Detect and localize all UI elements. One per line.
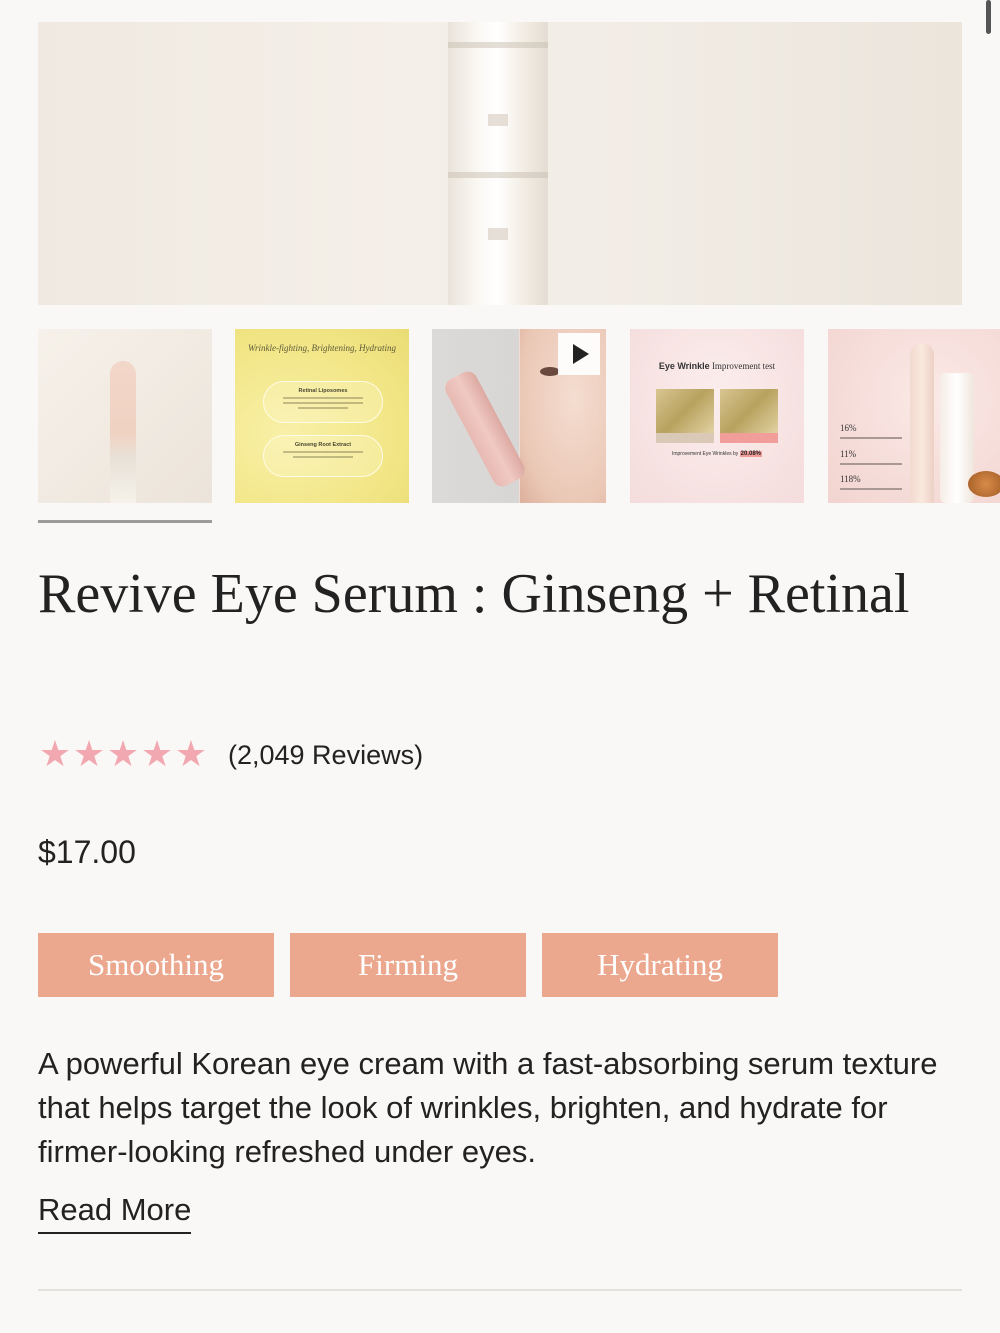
stat-value: 11% [840,449,857,459]
thumbnail-clinical-test[interactable]: Eye Wrinkle Improvement test Improvement… [630,329,804,503]
clinical-heading: Eye Wrinkle Improvement test [658,361,776,371]
tag-firming[interactable]: Firming [290,933,526,997]
stat-value: 118% [840,474,861,484]
product-description: A powerful Korean eye cream with a fast-… [38,1046,938,1169]
price: $17.00 [38,834,136,870]
product-tube-closeup [448,22,548,305]
stat-value: 16% [840,423,857,433]
divider [38,1289,962,1291]
thumbnail-product-bottle[interactable] [38,329,212,503]
product-title: Revive Eye Serum : Ginseng + Retinal [38,563,910,625]
before-photo [656,389,714,433]
star-icon: ★ [38,734,72,775]
rating-row[interactable]: ★ ★ ★ ★ ★ (2,049 Reviews) [38,733,423,777]
thumbnail-results[interactable]: 16% 11% 118% [828,329,1000,503]
gallery-position-indicator [38,520,212,523]
ingredient-pill: Retinal Liposomes [263,381,383,423]
star-rating: ★ ★ ★ ★ ★ [38,735,208,775]
hero-image[interactable] [38,22,962,305]
scrollbar[interactable] [986,0,991,34]
clinical-caption: Improvement Eye Wrinkles by 20.08% [671,451,763,457]
benefit-tags: Smoothing Firming Hydrating [38,933,778,997]
play-icon[interactable] [558,333,600,375]
ingredients-heading: Wrinkle-fighting, Brightening, Hydrating [248,343,396,353]
thumbnail-ingredients[interactable]: Wrinkle-fighting, Brightening, Hydrating… [235,329,409,503]
star-icon: ★ [140,734,174,775]
review-count-link[interactable]: (2,049 Reviews) [228,740,423,771]
after-photo [720,389,778,433]
star-icon: ★ [72,734,106,775]
ingredient-pill: Ginseng Root Extract [263,435,383,477]
thumbnail-video[interactable] [432,329,606,503]
thumbnail-strip: Wrinkle-fighting, Brightening, Hydrating… [38,329,1000,504]
bottle-image [110,361,136,503]
tag-smoothing[interactable]: Smoothing [38,933,274,997]
star-icon: ★ [106,734,140,775]
star-icon: ★ [174,734,208,775]
tag-hydrating[interactable]: Hydrating [542,933,778,997]
read-more-link[interactable]: Read More [38,1192,192,1234]
